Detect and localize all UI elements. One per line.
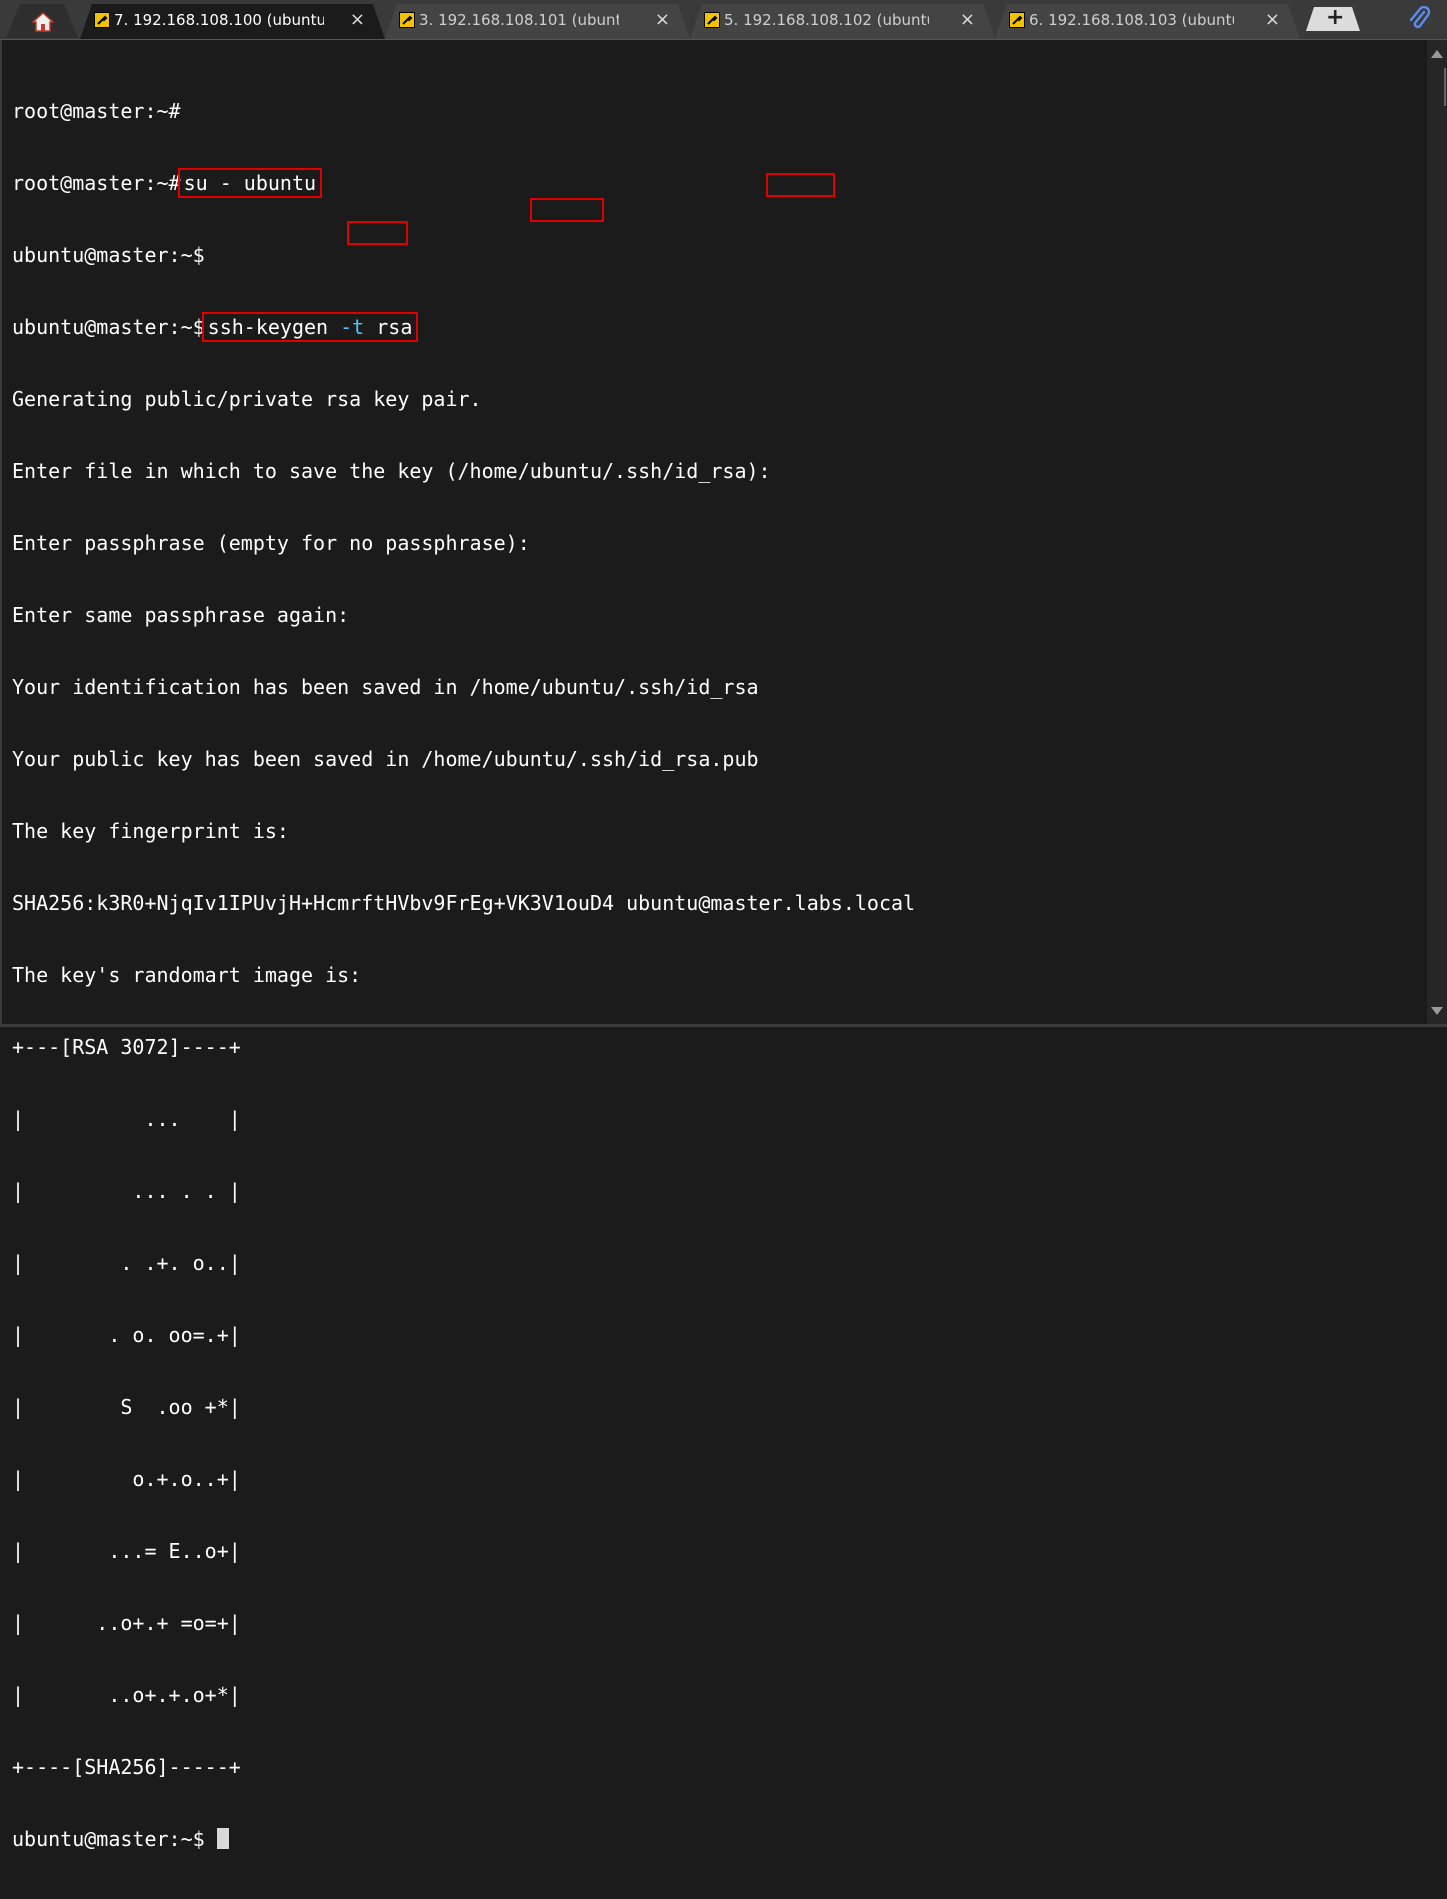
randomart-line: | ... . . |: [12, 1179, 241, 1203]
randomart-line: | ..o+.+.o+*|: [12, 1683, 241, 1707]
prompt: root@master:~#: [12, 171, 181, 195]
terminal-line: Enter same passphrase again:: [12, 603, 350, 627]
wrench-icon: [94, 12, 110, 28]
terminal-pane[interactable]: root@master:~# root@master:~# su - ubuntu…: [0, 40, 1427, 1851]
prompt: ubuntu@master:~$: [12, 1827, 205, 1851]
randomart-line: +----[SHA256]-----+: [12, 1755, 241, 1779]
terminal-line: The key fingerprint is:: [12, 819, 289, 843]
empty-enter-file-box: [766, 173, 835, 197]
terminal-output: root@master:~# root@master:~# su - ubuntu…: [12, 51, 915, 1899]
tab-session-3[interactable]: 3. 192.168.108.101 (ubuntu) ×: [385, 4, 690, 39]
terminal-line: Enter file in which to save the key (/ho…: [12, 459, 771, 483]
close-icon[interactable]: ×: [655, 9, 670, 30]
terminal-line: Enter passphrase (empty for no passphras…: [12, 531, 530, 555]
keygen-arg: rsa: [376, 315, 413, 339]
wrench-icon: [1009, 12, 1025, 28]
randomart-line: | . o. oo=.+|: [12, 1323, 241, 1347]
wrench-icon: [704, 12, 720, 28]
keygen-cmd: ssh-keygen: [207, 315, 329, 339]
home-button[interactable]: [6, 4, 78, 38]
terminal-line: ubuntu@master:~$: [12, 1827, 915, 1851]
vertical-scrollbar[interactable]: [1427, 40, 1447, 1025]
wrench-icon: [399, 12, 415, 28]
terminal-line: Generating public/private rsa key pair.: [12, 387, 482, 411]
terminal-cursor: [216, 1828, 229, 1849]
terminal-line: The key's randomart image is:: [12, 963, 362, 987]
randomart-line: +---[RSA 3072]----+: [12, 1035, 241, 1059]
randomart-line: | ... |: [12, 1107, 241, 1131]
close-icon[interactable]: ×: [350, 9, 365, 30]
terminal-line: Your identification has been saved in /h…: [12, 675, 759, 699]
paperclip-icon[interactable]: [1407, 6, 1431, 32]
tab-session-7[interactable]: 7. 192.168.108.100 (ubuntu) ×: [80, 4, 385, 39]
new-tab-button[interactable]: +: [1306, 7, 1360, 31]
close-icon[interactable]: ×: [1265, 9, 1280, 30]
plus-icon: +: [1326, 5, 1345, 30]
terminal-line: Your public key has been saved in /home/…: [12, 747, 759, 771]
tab-label: 3. 192.168.108.101 (ubuntu): [419, 11, 619, 29]
prompt: ubuntu@master:~$: [12, 315, 205, 339]
scroll-thumb[interactable]: [1444, 68, 1446, 106]
tab-session-6[interactable]: 6. 192.168.108.103 (ubuntu) ×: [995, 4, 1300, 39]
tab-session-5[interactable]: 5. 192.168.108.102 (ubuntu) ×: [690, 4, 995, 39]
tab-label: 5. 192.168.108.102 (ubuntu): [724, 11, 929, 29]
terminal-line: ubuntu@master:~$ ssh-keygen -t rsa: [12, 312, 915, 342]
empty-enter-passphrase-box: [530, 198, 604, 222]
randomart-line: | . .+. o..|: [12, 1251, 241, 1275]
randomart-line: | ...= E..o+|: [12, 1539, 241, 1563]
terminal-line: SHA256:k3R0+NjqIv1IPUvjH+HcmrftHVbv9FrEg…: [12, 891, 916, 915]
empty-enter-passphrase-again-box: [347, 221, 408, 245]
tab-label: 7. 192.168.108.100 (ubuntu): [114, 11, 324, 29]
randomart-line: | ..o+.+ =o=+|: [12, 1611, 241, 1635]
scroll-down-arrow-icon[interactable]: [1431, 1007, 1443, 1015]
close-icon[interactable]: ×: [960, 9, 975, 30]
randomart-line: | S .oo +*|: [12, 1395, 241, 1419]
scroll-up-arrow-icon[interactable]: [1431, 50, 1443, 58]
keygen-flag: -t: [340, 315, 365, 339]
tab-label: 6. 192.168.108.103 (ubuntu): [1029, 11, 1234, 29]
home-icon: [32, 12, 54, 32]
terminal-line: ubuntu@master:~$: [12, 243, 205, 267]
tab-bar: 7. 192.168.108.100 (ubuntu) × 3. 192.168…: [0, 0, 1447, 40]
randomart-line: | o.+.o..+|: [12, 1467, 241, 1491]
su-command: su - ubuntu: [177, 168, 323, 198]
terminal-line: root@master:~#: [12, 99, 181, 123]
ssh-keygen-command: ssh-keygen -t rsa: [201, 312, 419, 342]
